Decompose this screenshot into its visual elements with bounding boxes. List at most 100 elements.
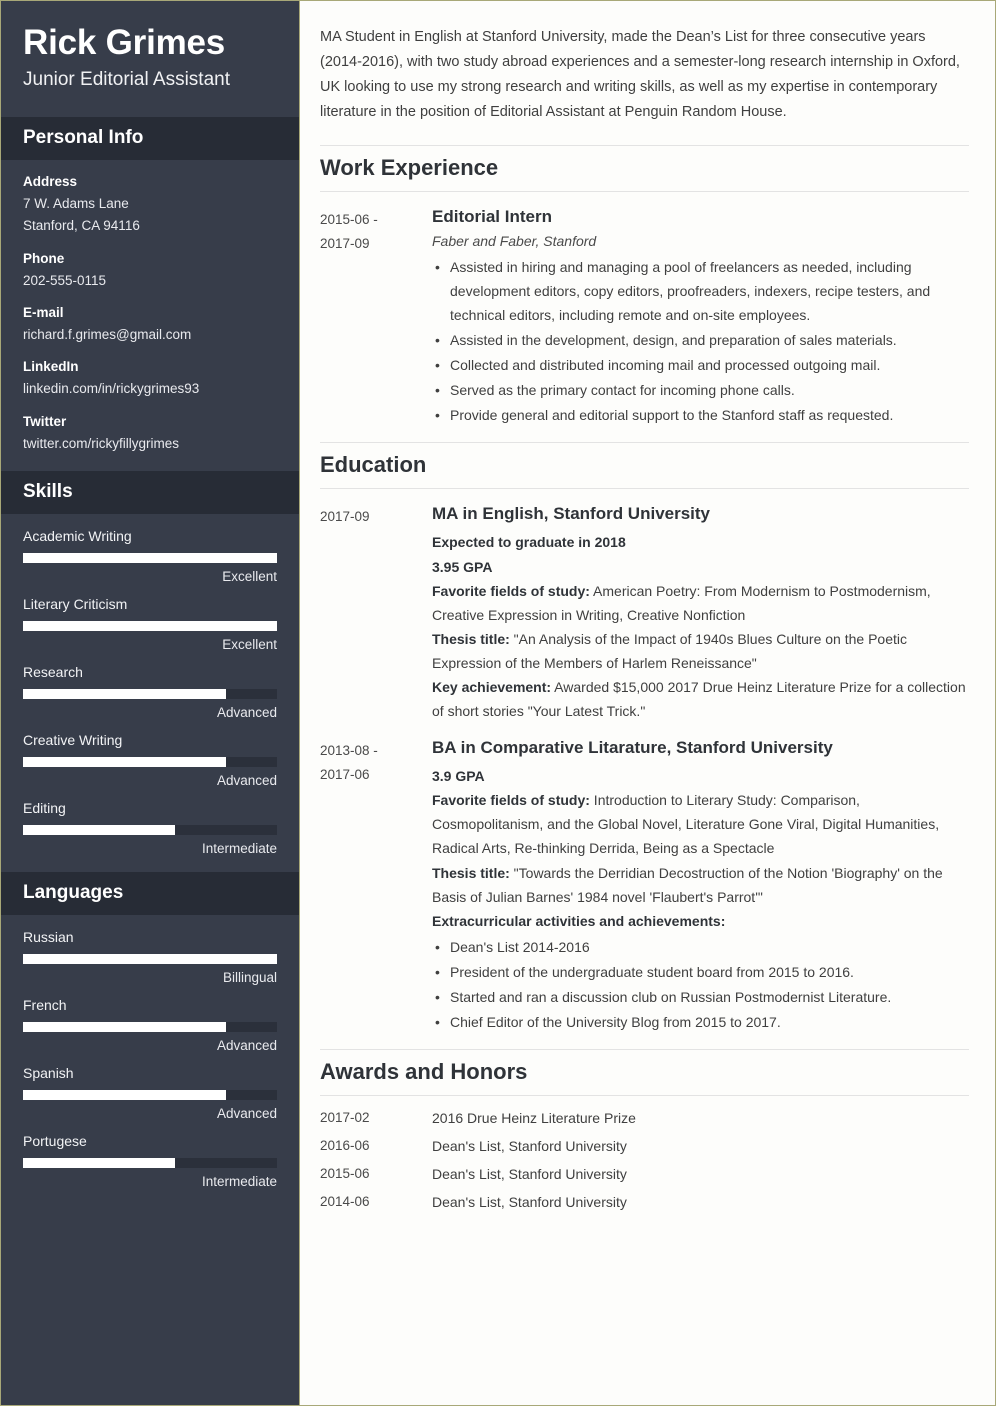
- info-label: Twitter: [23, 413, 67, 429]
- language-name: Portugese: [23, 1132, 87, 1149]
- skill-level: Advanced: [216, 772, 277, 788]
- education-entry-body: MA in English, Stanford University Expec…: [432, 503, 969, 723]
- gpa-line: 3.95 GPA: [432, 558, 493, 575]
- section-work-experience: Work Experience 2015-06 - 2017-09 Editor…: [320, 144, 969, 429]
- award-date: 2015-06: [320, 1166, 370, 1182]
- info-value: 7 W. Adams Lane: [23, 196, 129, 212]
- skill-row: Academic Writing Excellent: [23, 528, 277, 584]
- language-meter-track: [23, 1157, 277, 1168]
- list-item: Provide general and editorial support to…: [432, 403, 969, 427]
- skill-name: Editing: [23, 799, 66, 816]
- award-text: Dean's List, Stanford University: [432, 1166, 627, 1183]
- skill-name: Academic Writing: [23, 527, 132, 544]
- skill-level: Excellent: [222, 568, 277, 584]
- skills-header: Skills: [1, 470, 299, 514]
- language-name: Russian: [23, 928, 74, 945]
- education-entry-body: BA in Comparative Litarature, Stanford U…: [432, 737, 969, 1035]
- language-meter-track: [23, 1089, 277, 1100]
- list-item: Served as the primary contact for incomi…: [432, 378, 969, 402]
- work-bullets: Assisted in hiring and managing a pool o…: [432, 255, 969, 428]
- info-value-linkedin[interactable]: linkedin.com/in/rickygrimes93: [23, 378, 277, 400]
- skill-row: Research Advanced: [23, 664, 277, 720]
- award-row: 2015-06 Dean's List, Stanford University: [320, 1166, 969, 1182]
- section-awards: Awards and Honors 2017-02 2016 Drue Hein…: [320, 1049, 969, 1210]
- award-row: 2016-06 Dean's List, Stanford University: [320, 1138, 969, 1154]
- personal-info-header: Personal Info: [1, 117, 299, 161]
- education-entry: 2013-08 - 2017-06 BA in Comparative Lita…: [320, 737, 969, 1035]
- section-heading-education: Education: [320, 442, 969, 490]
- date-line: 2017-09: [320, 509, 370, 525]
- info-label: E-mail: [23, 304, 64, 320]
- info-group-address: Address 7 W. Adams Lane Stanford, CA 941…: [23, 174, 277, 238]
- summary-paragraph: MA Student in English at Stanford Univer…: [320, 29, 960, 120]
- main-content: MA Student in English at Stanford Univer…: [300, 1, 995, 1405]
- info-value: 202-555-0115: [23, 272, 107, 288]
- date-line: 2017-09: [320, 235, 370, 251]
- list-item: Dean's List 2014-2016: [432, 935, 969, 959]
- info-value: Stanford, CA 94116: [23, 218, 140, 234]
- language-row: French Advanced: [23, 997, 277, 1053]
- degree-title: MA in English, Stanford University: [432, 504, 711, 524]
- list-item: Chief Editor of the University Blog from…: [432, 1010, 969, 1034]
- language-meter-track: [23, 953, 277, 964]
- info-label: Address: [23, 174, 78, 190]
- info-value-twitter[interactable]: twitter.com/rickyfillygrimes: [23, 433, 277, 455]
- achievement-line: Key achievement: Awarded $15,000 2017 Dr…: [432, 675, 969, 723]
- award-text: Dean's List, Stanford University: [432, 1194, 627, 1211]
- language-meter-track: [23, 1021, 277, 1032]
- award-text: 2016 Drue Heinz Literature Prize: [432, 1110, 636, 1127]
- thesis-line: Thesis title: "Towards the Derridian Dec…: [432, 861, 969, 909]
- extracurricular-label: Extracurricular activities and achieveme…: [432, 912, 726, 929]
- info-group-phone: Phone 202-555-0115: [23, 251, 277, 292]
- thesis-line: Thesis title: "An Analysis of the Impact…: [432, 627, 969, 675]
- award-row: 2014-06 Dean's List, Stanford University: [320, 1194, 969, 1210]
- languages-header: Languages: [1, 871, 299, 915]
- job-title: Junior Editorial Assistant: [23, 69, 230, 91]
- info-value-email[interactable]: richard.f.grimes@gmail.com: [23, 324, 277, 346]
- work-role: Editorial Intern: [432, 206, 552, 226]
- education-entry-date: 2013-08 - 2017-06: [320, 737, 432, 1035]
- education-bullets: Dean's List 2014-2016 President of the u…: [432, 935, 969, 1034]
- language-row: Russian Billingual: [23, 929, 277, 985]
- fields-of-study-line: Favorite fields of study: Introduction t…: [432, 788, 969, 860]
- skill-level: Intermediate: [201, 840, 277, 856]
- skill-row: Creative Writing Advanced: [23, 732, 277, 788]
- education-entry-date: 2017-09: [320, 503, 432, 723]
- date-line: 2013-08 -: [320, 743, 378, 759]
- personal-info-body: Address 7 W. Adams Lane Stanford, CA 941…: [1, 160, 299, 471]
- section-heading-awards: Awards and Honors: [320, 1049, 969, 1097]
- skill-meter-fill: [23, 620, 277, 631]
- thesis-label: Thesis title:: [432, 864, 510, 881]
- skill-row: Literary Criticism Excellent: [23, 596, 277, 652]
- work-entry: 2015-06 - 2017-09 Editorial Intern Faber…: [320, 206, 969, 429]
- resume-page: Rick Grimes Junior Editorial Assistant P…: [0, 0, 996, 1406]
- skill-level: Advanced: [216, 704, 277, 720]
- award-row: 2017-02 2016 Drue Heinz Literature Prize: [320, 1110, 969, 1126]
- achievement-label: Key achievement:: [432, 678, 552, 695]
- info-group-linkedin: LinkedIn linkedin.com/in/rickygrimes93: [23, 359, 277, 400]
- fields-label: Favorite fields of study:: [432, 792, 590, 809]
- graduation-line: Expected to graduate in 2018: [432, 534, 626, 551]
- language-name: French: [23, 996, 67, 1013]
- language-level: Billingual: [222, 969, 277, 985]
- language-level: Intermediate: [201, 1173, 277, 1189]
- list-item: Assisted in the development, design, and…: [432, 328, 969, 352]
- language-meter-fill: [23, 1021, 227, 1032]
- list-item: Started and ran a discussion club on Rus…: [432, 985, 969, 1009]
- list-item: Assisted in hiring and managing a pool o…: [432, 255, 969, 327]
- skill-level: Excellent: [222, 636, 277, 652]
- gpa-line: 3.9 GPA: [432, 768, 485, 785]
- language-meter-fill: [23, 1157, 176, 1168]
- sidebar-filler: [1, 1204, 299, 1405]
- skill-meter-track: [23, 688, 277, 699]
- info-label: LinkedIn: [23, 359, 79, 375]
- skill-meter-track: [23, 620, 277, 631]
- skill-row: Editing Intermediate: [23, 800, 277, 856]
- info-label: Phone: [23, 250, 65, 266]
- info-group-twitter: Twitter twitter.com/rickyfillygrimes: [23, 414, 277, 455]
- fields-of-study-line: Favorite fields of study: American Poetr…: [432, 579, 969, 627]
- award-date: 2017-02: [320, 1110, 370, 1126]
- work-entry-body: Editorial Intern Faber and Faber, Stanfo…: [432, 206, 969, 429]
- section-education: Education 2017-09 MA in English, Stanfor…: [320, 442, 969, 1035]
- skill-name: Research: [23, 663, 83, 680]
